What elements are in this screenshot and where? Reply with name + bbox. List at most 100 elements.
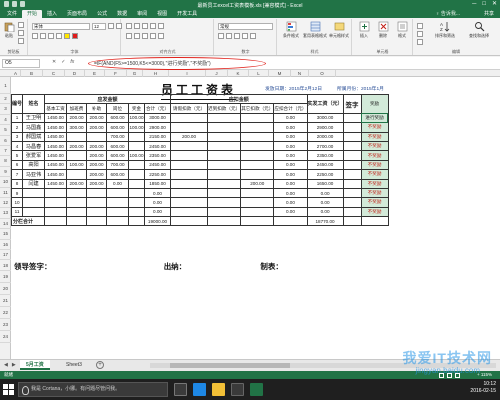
task-view-icon[interactable]	[174, 383, 187, 396]
signature-cell[interactable]	[342, 178, 362, 189]
bonus[interactable]	[128, 140, 146, 152]
system-clock[interactable]: 10:12 2016-02-15	[470, 381, 496, 395]
overtime-pay[interactable]	[66, 206, 88, 218]
overtime-pay[interactable]: 200.00	[66, 112, 88, 124]
employee-number[interactable]: 8	[10, 178, 24, 189]
row-header[interactable]: 4	[0, 115, 11, 126]
position-pay[interactable]: 600.00	[106, 122, 130, 133]
autosum-icon[interactable]	[417, 23, 423, 29]
conditional-format-button[interactable]: 条件格式	[280, 21, 302, 39]
net-pay[interactable]: 3000.00	[306, 112, 344, 124]
row-header[interactable]: 11	[0, 188, 11, 198]
signature-cell[interactable]	[342, 140, 362, 152]
border-icon[interactable]	[56, 33, 62, 39]
name-box[interactable]: O5	[2, 59, 40, 68]
base-salary[interactable]: 1450.00	[44, 178, 68, 189]
overtime-pay[interactable]	[66, 169, 88, 180]
cortana-search-box[interactable]: 我是 Cortana，小娜。有问题尽管问我。	[18, 382, 168, 397]
leave-deduction[interactable]	[170, 206, 209, 218]
grow-font-icon[interactable]	[108, 23, 114, 29]
tab-home[interactable]: 开始	[22, 10, 43, 18]
tab-data[interactable]: 数据	[112, 10, 132, 18]
subtotal-cell[interactable]	[342, 216, 362, 227]
deduction-total[interactable]: 0.00	[273, 112, 308, 124]
column-header[interactable]: F	[105, 70, 127, 77]
row-header[interactable]: 16	[0, 240, 11, 250]
prev-sheet-icon[interactable]: ◀	[4, 362, 8, 368]
align-center-icon[interactable]	[134, 33, 140, 39]
base-salary[interactable]: 1450.00	[44, 150, 68, 161]
employee-name[interactable]	[22, 187, 46, 199]
sheet-tab-sheet3[interactable]: Sheet3	[60, 360, 88, 370]
late-deduction[interactable]	[207, 131, 242, 142]
subsidy[interactable]: 200.00	[86, 159, 108, 171]
file-explorer-icon[interactable]	[212, 383, 225, 396]
subsidy[interactable]	[86, 131, 108, 142]
position-pay[interactable]	[106, 197, 130, 208]
column-header[interactable]: N	[291, 70, 309, 77]
column-header[interactable]: M	[269, 70, 291, 77]
employee-number[interactable]: 9	[10, 187, 24, 199]
edge-icon[interactable]	[193, 383, 206, 396]
bonus[interactable]: 100.00	[128, 122, 146, 133]
other-deduction[interactable]	[240, 197, 275, 208]
decrease-decimal-icon[interactable]	[250, 33, 256, 39]
position-pay[interactable]: 700.00	[106, 159, 130, 171]
base-salary[interactable]: 1450.00	[44, 140, 68, 152]
late-deduction[interactable]	[207, 150, 242, 161]
font-color-icon[interactable]	[72, 33, 78, 39]
deduction-total[interactable]: 0.00	[273, 140, 308, 152]
employee-number[interactable]: 10	[10, 197, 24, 208]
row-header[interactable]: 22	[0, 307, 11, 320]
deduction-total[interactable]: 0.00	[273, 206, 308, 218]
merge-center-icon[interactable]	[158, 33, 164, 39]
bonus[interactable]	[128, 178, 146, 189]
row-header[interactable]: 6	[0, 136, 11, 146]
reward-status[interactable]: 不奖励	[360, 159, 389, 171]
subtotal-cell[interactable]	[106, 216, 130, 227]
align-middle-icon[interactable]	[134, 23, 140, 29]
late-deduction[interactable]	[207, 178, 242, 189]
row-header[interactable]: 23	[0, 319, 11, 332]
net-pay[interactable]: 0.00	[306, 187, 344, 199]
cell-style-button[interactable]: 单元格样式	[328, 21, 350, 39]
position-pay[interactable]	[106, 187, 130, 199]
row-header[interactable]: 15	[0, 229, 11, 240]
sheet-tab-may-salary[interactable]: 5月工资	[20, 360, 50, 370]
row-header[interactable]: 19	[0, 271, 11, 284]
signature-cell[interactable]	[342, 197, 362, 208]
subtotal-cell[interactable]	[66, 216, 88, 227]
employee-number[interactable]: 6	[10, 159, 24, 171]
late-deduction[interactable]	[207, 169, 242, 180]
employee-number[interactable]: 5	[10, 150, 24, 161]
underline-icon[interactable]	[48, 33, 54, 39]
net-pay[interactable]: 0.00	[306, 206, 344, 218]
late-deduction[interactable]	[207, 140, 242, 152]
reward-status[interactable]: 不奖励	[360, 131, 389, 142]
other-deduction[interactable]	[240, 159, 275, 171]
row-header[interactable]: 14	[0, 219, 11, 230]
signature-cell[interactable]	[342, 169, 362, 180]
bonus[interactable]	[128, 131, 146, 142]
table-format-button[interactable]: 套用表格格式	[303, 21, 327, 39]
insert-cells-button[interactable]: 插入	[355, 21, 373, 39]
employee-name[interactable]: 闫建	[22, 178, 46, 189]
row-header[interactable]: 17	[0, 250, 11, 261]
font-name-select[interactable]: 宋体	[32, 23, 90, 30]
employee-number[interactable]: 1	[10, 112, 24, 124]
employee-name[interactable]: 张爱军	[22, 150, 46, 161]
row-header[interactable]: 2	[0, 94, 11, 105]
font-size-select[interactable]: 12	[92, 23, 106, 30]
employee-number[interactable]: 3	[10, 131, 24, 142]
gross-total[interactable]: 2450.00	[144, 140, 172, 152]
row-header[interactable]: 3	[0, 104, 11, 115]
deduction-total[interactable]: 0.00	[273, 178, 308, 189]
signature-cell[interactable]	[342, 187, 362, 199]
net-pay[interactable]: 2700.00	[306, 140, 344, 152]
row-header[interactable]: 7	[0, 146, 11, 157]
other-deduction[interactable]	[240, 187, 275, 199]
share-button[interactable]: 共享	[484, 10, 494, 17]
column-header[interactable]: L	[249, 70, 269, 77]
subsidy[interactable]: 200.00	[86, 178, 108, 189]
employee-number[interactable]: 7	[10, 169, 24, 180]
